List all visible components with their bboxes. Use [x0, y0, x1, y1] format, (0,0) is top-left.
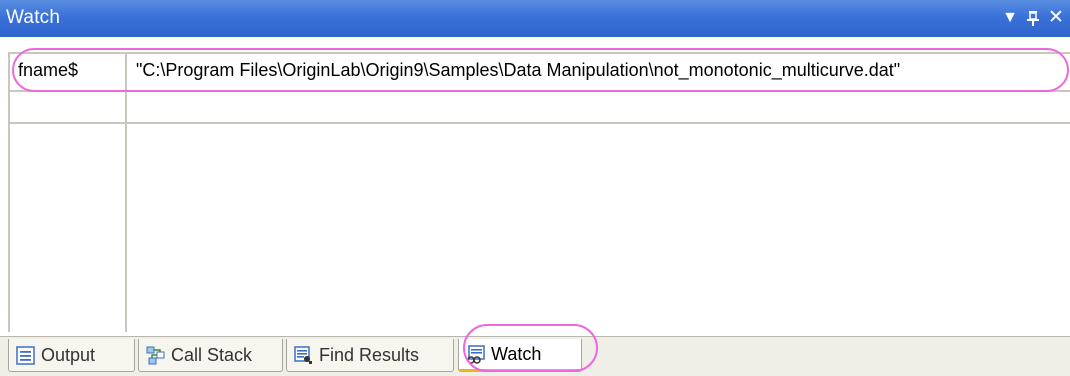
close-icon[interactable]: ✕	[1046, 8, 1066, 28]
grid-top-border	[8, 52, 1070, 54]
find-results-icon	[294, 345, 312, 364]
tab-label: Find Results	[319, 344, 420, 365]
call-stack-icon	[146, 346, 165, 364]
output-icon	[16, 345, 35, 365]
tab-call-stack[interactable]: Call Stack	[138, 339, 283, 372]
grid-left-border	[8, 52, 10, 332]
watch-variable-value[interactable]: "C:\Program Files\OriginLab\Origin9\Samp…	[136, 60, 900, 81]
watch-window-titlebar: Watch ▼ ✕	[0, 0, 1070, 37]
row-divider	[8, 90, 1070, 92]
tab-label: Call Stack	[171, 344, 253, 365]
watch-grid: fname$ "C:\Program Files\OriginLab\Origi…	[8, 52, 1070, 332]
watch-variable-name[interactable]: fname$	[18, 60, 78, 81]
dropdown-icon[interactable]: ▼	[1000, 8, 1020, 28]
tab-label: Watch	[491, 343, 542, 364]
bottom-tab-bar: Output Call Stack Find Results Watch	[0, 336, 1070, 376]
grid-column-divider[interactable]	[125, 52, 127, 332]
watch-icon	[467, 344, 485, 364]
row-divider	[8, 122, 1070, 124]
window-title: Watch	[6, 7, 61, 28]
tab-find-results[interactable]: Find Results	[286, 339, 454, 372]
tab-output[interactable]: Output	[8, 339, 135, 372]
pin-icon[interactable]	[1023, 8, 1043, 28]
tab-label: Output	[41, 344, 96, 365]
tab-watch[interactable]: Watch	[458, 339, 582, 372]
